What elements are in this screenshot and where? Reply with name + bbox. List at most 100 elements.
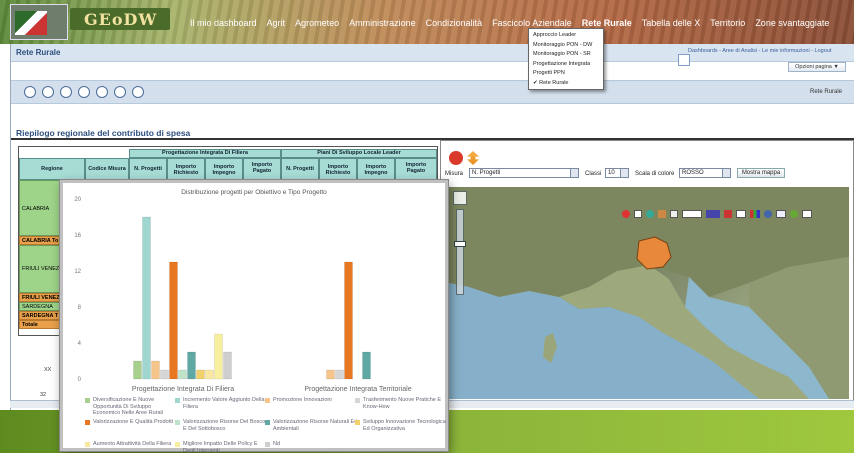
legend-label: Aumento Attrattività Della Filiera [93, 441, 172, 447]
top-links[interactable]: Dashboards - Aree di Analisi - Le mie in… [688, 48, 831, 54]
legend-swatch [85, 398, 90, 403]
grid-icon[interactable] [776, 210, 786, 218]
page-options-button[interactable]: Opzioni pagina ▼ [788, 62, 846, 72]
nav-item[interactable]: Agrometeo [290, 18, 344, 28]
nav-item[interactable]: Rete Rurale [577, 18, 637, 28]
print-icon[interactable] [60, 86, 72, 98]
export-icon[interactable] [132, 86, 144, 98]
legend-icon[interactable] [706, 210, 720, 218]
chart-icon[interactable] [114, 86, 126, 98]
legend-item[interactable]: Aumento Attrattività Della Filiera [85, 441, 179, 448]
frame-icon[interactable] [736, 210, 746, 218]
legend-item[interactable]: Nd [265, 441, 359, 448]
bar[interactable] [214, 333, 223, 380]
bar[interactable] [160, 369, 169, 380]
legend-item[interactable]: Valorizzazione Risorse Naturali Ed Ambie… [265, 419, 359, 432]
bar[interactable] [335, 369, 344, 380]
dropdown-item[interactable]: Monitoraggio PON - DW [533, 41, 599, 51]
scala-label: Scala di colore [635, 171, 675, 177]
nav-item[interactable]: Condizionalità [421, 18, 488, 28]
bar[interactable] [344, 261, 353, 380]
col-header-importo-richiesto-2[interactable]: Importo Richiesto [319, 158, 357, 180]
legend-item[interactable]: Migliore Impatto Delle Policy E Degli In… [175, 441, 269, 453]
print-icon[interactable] [670, 210, 678, 218]
nav-item[interactable]: Tabella delle X [637, 18, 706, 28]
col-header-regione[interactable]: Regione [19, 158, 85, 180]
col-header-importo-impegno[interactable]: Importo Impegno [205, 158, 243, 180]
nav-item[interactable]: Il mio dashboard [185, 18, 262, 28]
bar[interactable] [187, 351, 196, 380]
nav-item[interactable]: Amministrazione [344, 18, 421, 28]
layers-icon[interactable] [658, 210, 666, 218]
map-controls: Misura N. Progetti Classi 10 Scala di co… [441, 165, 854, 181]
table-icon[interactable] [96, 86, 108, 98]
no-entry-icon[interactable] [622, 210, 630, 218]
misura-select[interactable]: N. Progetti [469, 168, 579, 178]
legend-item[interactable]: Sviluppo Innovazione Tecnologica Ed Orga… [355, 419, 449, 432]
dropdown-item[interactable]: ✔ Rete Rurale [533, 79, 599, 89]
bar[interactable] [326, 369, 335, 380]
legend-label: Migliore Impatto Delle Policy E Degli In… [183, 441, 258, 453]
legend-item[interactable]: Trasferimento Nuove Pratiche E Know-How [355, 397, 449, 410]
col-header-importo-richiesto[interactable]: Importo Richiesto [167, 158, 205, 180]
page-title: Rete Rurale [16, 48, 61, 57]
bar[interactable] [142, 216, 151, 380]
bar[interactable] [151, 360, 160, 380]
zoom-handle[interactable] [454, 241, 466, 247]
pan-zoom-control[interactable] [453, 191, 467, 301]
tools-icon[interactable] [724, 210, 732, 218]
measure-icon[interactable] [682, 210, 702, 218]
bar[interactable] [205, 369, 214, 380]
bar[interactable] [169, 261, 178, 380]
sort-arrows-icon[interactable] [467, 151, 479, 165]
nav-item[interactable]: Territorio [705, 18, 750, 28]
fullscreen-icon[interactable] [802, 210, 812, 218]
bar[interactable] [196, 369, 205, 380]
zoom-slider[interactable] [456, 209, 464, 295]
nav-item[interactable]: Zone svantaggiate [750, 18, 834, 28]
col-header-importo-pagato-2[interactable]: Importo Pagato [395, 158, 437, 180]
col-header-n-progetti-2[interactable]: N. Progetti [281, 158, 319, 180]
dropdown-item[interactable]: Progetti PPN [533, 69, 599, 79]
dropdown-item[interactable]: Progettazione Integrata [533, 60, 599, 70]
globe-icon[interactable] [646, 210, 654, 218]
legend-item[interactable]: Incremento Valore Aggiunto Della Filiera [175, 397, 269, 410]
scala-select[interactable]: ROSSO [679, 168, 731, 178]
col-header-n-progetti[interactable]: N. Progetti [129, 158, 167, 180]
nav-item[interactable]: Fascicolo Aziendale [487, 18, 577, 28]
earth-icon[interactable] [790, 210, 798, 218]
legend-label: Sviluppo Innovazione Tecnologica Ed Orga… [363, 419, 446, 432]
legend-label: Valorizzazione E Qualità Prodotti [93, 419, 173, 425]
bar[interactable] [223, 351, 232, 380]
mostra-mappa-button[interactable]: Mostra mappa [737, 168, 785, 178]
legend-label: Valorizzazione Risorse Naturali Ed Ambie… [273, 419, 358, 432]
bar[interactable] [133, 360, 142, 380]
document-icon[interactable] [78, 86, 90, 98]
bar[interactable] [362, 351, 371, 380]
classi-select[interactable]: 10 [605, 168, 629, 178]
legend-swatch [265, 398, 270, 403]
color-grid-icon[interactable] [750, 210, 760, 218]
zoom-in-icon[interactable] [634, 210, 642, 218]
dropdown-item[interactable]: Approccio Leader [533, 31, 599, 41]
toolbar: Rete Rurale [10, 80, 854, 104]
col-header-importo-impegno-2[interactable]: Importo Impegno [357, 158, 395, 180]
info-icon[interactable] [764, 210, 772, 218]
home-icon[interactable] [24, 86, 36, 98]
bar[interactable] [178, 369, 187, 380]
legend-item[interactable]: Diversificazione E Nuove Opportunità Di … [85, 397, 179, 417]
legend-item[interactable]: Valorizzazione E Qualità Prodotti [85, 419, 179, 426]
window-icon[interactable] [678, 54, 690, 66]
region-cell-sardegna: SARDEGNA [19, 302, 63, 311]
dropdown-item[interactable]: Monitoraggio PON - SR [533, 50, 599, 60]
search-icon[interactable] [42, 86, 54, 98]
legend-item[interactable]: Valorizzazione Risorse Del Bosco E Del S… [175, 419, 269, 432]
pan-arrows-icon[interactable] [453, 191, 467, 205]
col-header-importo-pagato[interactable]: Importo Pagato [243, 158, 281, 180]
bar-chart: 0 4 8 12 16 20 Progettazione Integrata Di Fili… [74, 197, 411, 393]
legend-item[interactable]: Promozione Innovazioni [265, 397, 359, 404]
legend-label: Valorizzazione Risorse Del Bosco E Del S… [183, 419, 266, 432]
refresh-icon[interactable] [449, 151, 463, 165]
nav-item[interactable]: Agrit [262, 18, 291, 28]
col-header-codice-misura[interactable]: Codice Misura [85, 158, 129, 180]
